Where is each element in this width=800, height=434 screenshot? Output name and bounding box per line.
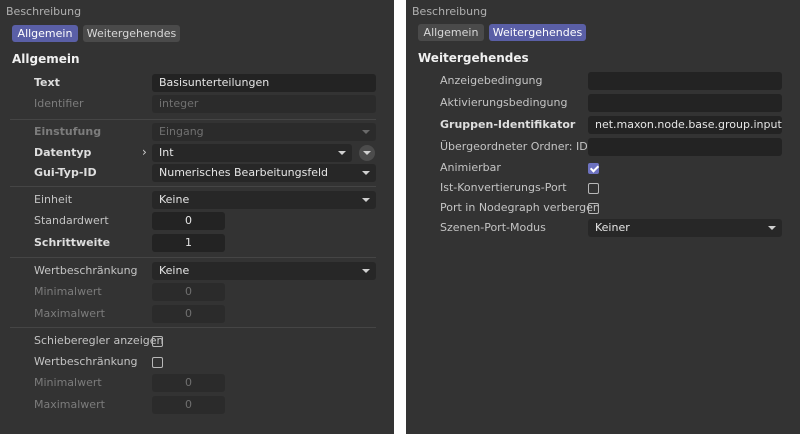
panel-header: Beschreibung	[412, 5, 488, 18]
divider	[10, 327, 376, 328]
wertbeschraenkung-label: Wertbeschränkung	[34, 264, 138, 277]
szenen-port-modus-dropdown[interactable]: Keiner	[588, 219, 782, 237]
identifier-label: Identifier	[34, 97, 84, 110]
gruppen-identifikator-label: Gruppen-Identifikator	[440, 118, 576, 131]
text-input[interactable]: Basisunterteilungen	[152, 74, 376, 92]
wertbeschraenkung2-checkbox[interactable]	[152, 357, 163, 368]
divider	[10, 186, 376, 187]
gui-typ-id-label: Gui-Typ-ID	[34, 166, 97, 179]
animierbar-checkbox[interactable]	[588, 163, 599, 174]
tab-allgemein[interactable]: Allgemein	[12, 25, 78, 42]
chevron-down-icon	[362, 198, 370, 202]
standardwert-input[interactable]: 0	[152, 212, 225, 230]
chevron-down-icon	[362, 130, 370, 134]
chevron-right-icon[interactable]: ›	[142, 145, 147, 159]
einheit-dropdown[interactable]: Keine	[152, 191, 376, 209]
standardwert-label: Standardwert	[34, 214, 109, 227]
minimalwert-label: Minimalwert	[34, 285, 102, 298]
gui-typ-id-value: Numerisches Bearbeitungsfeld	[159, 166, 329, 179]
uebergeordneter-ordner-label: Übergeordneter Ordner: ID	[440, 140, 588, 153]
aktivierungsbedingung-input[interactable]	[588, 94, 782, 112]
maximalwert-input: 0	[152, 305, 225, 323]
wertbeschraenkung2-label: Wertbeschränkung	[34, 355, 138, 368]
ist-konvertierungs-port-checkbox[interactable]	[588, 183, 599, 194]
szenen-port-modus-label: Szenen-Port-Modus	[440, 221, 546, 234]
einstufung-label: Einstufung	[34, 125, 102, 138]
anzeigebedingung-input[interactable]	[588, 72, 782, 90]
chevron-down-icon	[768, 226, 776, 230]
einheit-value: Keine	[159, 193, 190, 206]
datentyp-menu-button[interactable]	[359, 145, 375, 161]
schrittweite-label: Schrittweite	[34, 236, 111, 249]
port-verbergen-checkbox[interactable]	[588, 203, 599, 214]
gui-typ-id-dropdown[interactable]: Numerisches Bearbeitungsfeld	[152, 164, 376, 182]
port-verbergen-label: Port in Nodegraph verbergen	[440, 201, 600, 214]
tab-allgemein[interactable]: Allgemein	[418, 24, 484, 41]
section-title: Weitergehendes	[418, 51, 529, 65]
einstufung-dropdown: Eingang	[152, 123, 376, 141]
szenen-port-modus-value: Keiner	[595, 221, 630, 234]
datentyp-value: Int	[159, 146, 174, 159]
tab-weitergehendes[interactable]: Weitergehendes	[83, 25, 180, 42]
divider	[10, 257, 376, 258]
chevron-down-icon	[338, 151, 346, 155]
minimalwert2-label: Minimalwert	[34, 376, 102, 389]
gruppen-identifikator-input[interactable]: net.maxon.node.base.group.inputs	[588, 116, 782, 134]
maximalwert2-label: Maximalwert	[34, 398, 105, 411]
wertbeschraenkung-dropdown[interactable]: Keine	[152, 262, 376, 280]
minimalwert2-input: 0	[152, 374, 225, 392]
text-label: Text	[34, 76, 60, 89]
aktivierungsbedingung-label: Aktivierungsbedingung	[440, 96, 568, 109]
chevron-down-icon	[362, 171, 370, 175]
minimalwert-input: 0	[152, 283, 225, 301]
tab-weitergehendes[interactable]: Weitergehendes	[489, 24, 586, 41]
datentyp-label: Datentyp	[34, 146, 92, 159]
section-title: Allgemein	[12, 52, 80, 66]
schieberegler-checkbox[interactable]	[152, 336, 163, 347]
identifier-input: integer	[152, 95, 376, 113]
animierbar-label: Animierbar	[440, 161, 501, 174]
divider	[10, 119, 376, 120]
schrittweite-input[interactable]: 1	[152, 234, 225, 252]
left-panel: Beschreibung Allgemein Weitergehendes Al…	[0, 0, 394, 434]
chevron-down-icon	[362, 269, 370, 273]
anzeigebedingung-label: Anzeigebedingung	[440, 74, 543, 87]
panel-header: Beschreibung	[6, 5, 82, 18]
uebergeordneter-ordner-input[interactable]	[588, 138, 782, 156]
maximalwert2-input: 0	[152, 396, 225, 414]
schieberegler-label: Schieberegler anzeigen	[34, 334, 164, 347]
right-panel: Beschreibung Allgemein Weitergehendes We…	[406, 0, 800, 434]
wertbeschraenkung-value: Keine	[159, 264, 190, 277]
einstufung-value: Eingang	[159, 125, 204, 138]
maximalwert-label: Maximalwert	[34, 307, 105, 320]
einheit-label: Einheit	[34, 193, 73, 206]
datentyp-dropdown[interactable]: Int	[152, 144, 352, 162]
ist-konvertierungs-port-label: Ist-Konvertierungs-Port	[440, 181, 567, 194]
